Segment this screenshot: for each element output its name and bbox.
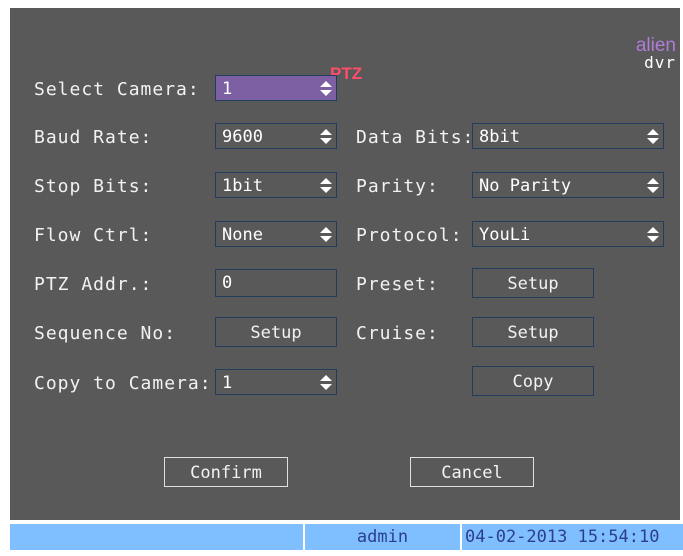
copy-to-camera-value: 1 xyxy=(222,373,233,393)
protocol-label: Protocol: xyxy=(356,225,463,246)
stop-bits-value: 1bit xyxy=(222,176,263,196)
spinner-arrows-icon xyxy=(320,178,332,193)
preset-setup-button[interactable]: Setup xyxy=(472,268,594,298)
protocol-select[interactable]: YouLi xyxy=(472,221,664,247)
stop-bits-select[interactable]: 1bit xyxy=(215,172,337,198)
copy-to-camera-label: Copy to Camera: xyxy=(34,373,212,394)
confirm-button[interactable]: Confirm xyxy=(164,457,288,487)
spinner-arrows-icon xyxy=(647,227,659,242)
spinner-arrows-icon xyxy=(647,178,659,193)
baud-rate-select[interactable]: 9600 xyxy=(215,123,337,149)
copy-button[interactable]: Copy xyxy=(472,366,594,396)
parity-label: Parity: xyxy=(356,176,439,197)
alien-dvr-logo: alien dvr xyxy=(622,36,676,71)
sequence-no-label: Sequence No: xyxy=(34,323,177,344)
stop-bits-label: Stop Bits: xyxy=(34,176,153,197)
parity-value: No Parity xyxy=(479,176,572,196)
data-bits-label: Data Bits: xyxy=(356,127,475,148)
status-user: admin xyxy=(305,524,460,550)
ptz-addr-value: 0 xyxy=(222,273,233,293)
cruise-label: Cruise: xyxy=(356,323,439,344)
select-camera-label: Select Camera: xyxy=(34,79,200,100)
spinner-arrows-icon xyxy=(320,227,332,242)
flow-ctrl-label: Flow Ctrl: xyxy=(34,225,153,246)
parity-select[interactable]: No Parity xyxy=(472,172,664,198)
status-datetime: 04-02-2013 15:54:10 xyxy=(462,524,683,550)
logo-line-2: dvr xyxy=(644,53,676,72)
protocol-value: YouLi xyxy=(479,225,531,245)
ptz-addr-label: PTZ Addr.: xyxy=(34,274,153,295)
status-bar: admin 04-02-2013 15:54:10 xyxy=(10,524,683,550)
spinner-arrows-icon xyxy=(320,81,332,96)
preset-label: Preset: xyxy=(356,274,439,295)
spinner-arrows-icon xyxy=(320,129,332,144)
cruise-setup-button[interactable]: Setup xyxy=(472,317,594,347)
data-bits-select[interactable]: 8bit xyxy=(472,123,664,149)
spinner-arrows-icon xyxy=(647,129,659,144)
select-camera-select[interactable]: 1 xyxy=(215,75,337,101)
baud-rate-label: Baud Rate: xyxy=(34,127,153,148)
cancel-button[interactable]: Cancel xyxy=(410,457,534,487)
status-segment-empty xyxy=(10,524,303,550)
data-bits-value: 8bit xyxy=(479,127,520,147)
flow-ctrl-select[interactable]: None xyxy=(215,221,337,247)
sequence-setup-button[interactable]: Setup xyxy=(215,317,337,347)
ptz-addr-input[interactable]: 0 xyxy=(215,269,337,297)
spinner-arrows-icon xyxy=(320,375,332,390)
baud-rate-value: 9600 xyxy=(222,127,263,147)
flow-ctrl-value: None xyxy=(222,225,263,245)
select-camera-value: 1 xyxy=(222,79,233,99)
copy-to-camera-select[interactable]: 1 xyxy=(215,369,337,395)
